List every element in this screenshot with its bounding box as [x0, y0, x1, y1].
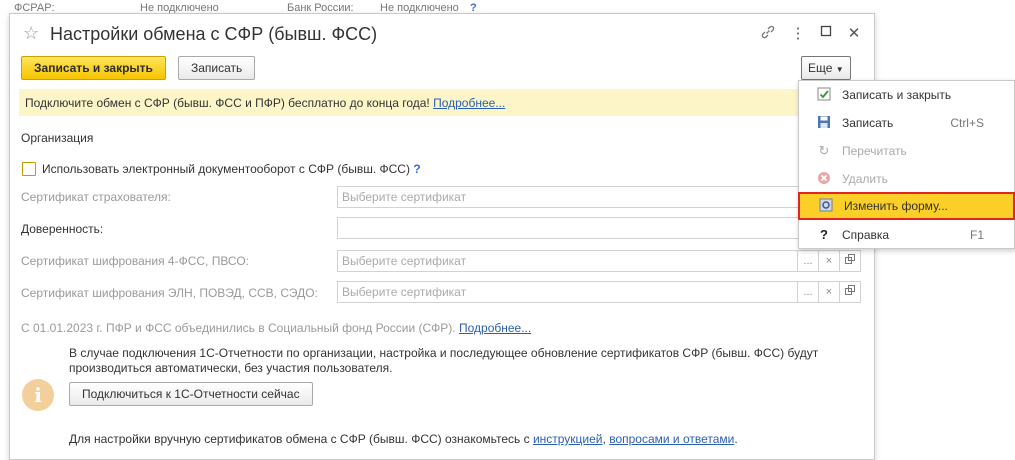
- power-of-attorney-label: Доверенность:: [21, 222, 104, 236]
- menu-item-save-close[interactable]: Записать и закрыть: [799, 82, 1014, 108]
- cert-insurer-field[interactable]: Выберите сертификат: [337, 186, 799, 208]
- use-edo-label: Использовать электронный документооборот…: [42, 162, 410, 176]
- instruction-link[interactable]: инструкцией: [533, 432, 603, 446]
- window-title: Настройки обмена с СФР (бывш. ФСС): [50, 24, 378, 44]
- menu-item-label: Удалить: [842, 172, 888, 186]
- menu-item-save[interactable]: Записать Ctrl+S: [799, 110, 1014, 136]
- manual-end: .: [734, 432, 738, 446]
- close-icon[interactable]: ✕: [844, 24, 864, 42]
- power-of-attorney-field[interactable]: [337, 217, 799, 239]
- maximize-icon[interactable]: [816, 24, 836, 41]
- cert-eln-open-icon[interactable]: [839, 281, 861, 303]
- background-window-strip: ФСРАР: Не подключено Банк России: Не под…: [0, 0, 1015, 14]
- more-button-label: Еще: [808, 61, 833, 75]
- star-icon[interactable]: ☆: [23, 23, 39, 44]
- form-settings-icon: [818, 198, 834, 214]
- more-icon[interactable]: ⋮: [788, 24, 808, 42]
- organization-label: Организация: [21, 131, 94, 145]
- cert-eln-clear-button[interactable]: ×: [818, 281, 840, 303]
- cert-eln-label: Сертификат шифрования ЭЛН, ПОВЭД, ССВ, С…: [21, 286, 318, 300]
- merge-more-link[interactable]: Подробнее...: [459, 321, 531, 335]
- cert-4fss-field[interactable]: Выберите сертификат: [337, 250, 799, 272]
- promo-banner: Подключите обмен с СФР (бывш. ФСС и ПФР)…: [19, 89, 809, 116]
- info-icon: i: [22, 379, 54, 411]
- cert-insurer-label: Сертификат страхователя:: [21, 190, 171, 204]
- menu-item-label: Записать и закрыть: [842, 88, 952, 102]
- menu-item-delete[interactable]: Удалить: [799, 166, 1014, 192]
- banner-more-link[interactable]: Подробнее...: [433, 96, 505, 110]
- chevron-down-icon: ▼: [835, 65, 844, 74]
- refresh-icon: ↻: [818, 143, 830, 158]
- title-bar: ☆ Настройки обмена с СФР (бывш. ФСС) ⋮ ✕: [10, 14, 874, 54]
- cert-4fss-clear-button[interactable]: ×: [818, 250, 840, 272]
- help-icon[interactable]: ?: [413, 162, 420, 176]
- cert-4fss-select-button[interactable]: ...: [797, 250, 819, 272]
- save-close-icon: [816, 87, 832, 103]
- banner-text: Подключите обмен с СФР (бывш. ФСС и ПФР)…: [25, 96, 430, 110]
- menu-item-help[interactable]: ? Справка F1: [799, 222, 1014, 248]
- use-edo-checkbox[interactable]: [22, 162, 36, 176]
- menu-item-label: Изменить форму...: [844, 199, 948, 213]
- manual-separator: ,: [602, 432, 606, 446]
- manual-setup-text: Для настройки вручную сертификатов обмен…: [69, 432, 530, 446]
- menu-item-label: Перечитать: [842, 144, 907, 158]
- cert-eln-select-button[interactable]: ...: [797, 281, 819, 303]
- menu-item-label: Справка: [842, 228, 890, 242]
- info-text-line1: В случае подключения 1С-Отчетности по ор…: [69, 346, 819, 360]
- info-text-line2: производиться автоматически, без участия…: [69, 361, 393, 375]
- connect-reporting-button[interactable]: Подключиться к 1С-Отчетности сейчас: [69, 382, 313, 406]
- more-button[interactable]: Еще ▼: [801, 56, 851, 80]
- menu-item-label: Записать: [842, 116, 894, 130]
- settings-window: ☆ Настройки обмена с СФР (бывш. ФСС) ⋮ ✕…: [9, 13, 875, 460]
- floppy-icon: [816, 115, 832, 131]
- faq-link[interactable]: вопросами и ответами: [609, 432, 734, 446]
- more-menu: Записать и закрыть Записать Ctrl+S ↻ Пер…: [798, 80, 1015, 249]
- merge-notice-text: С 01.01.2023 г. ПФР и ФСС объединились в…: [21, 321, 456, 335]
- cert-eln-field[interactable]: Выберите сертификат: [337, 281, 799, 303]
- menu-item-edit-form[interactable]: Изменить форму...: [798, 192, 1015, 220]
- cert-4fss-open-icon[interactable]: [839, 250, 861, 272]
- delete-icon: [816, 171, 832, 187]
- menu-item-shortcut: F1: [969, 228, 984, 242]
- help-icon: ?: [820, 227, 828, 242]
- cert-4fss-label: Сертификат шифрования 4-ФСС, ПВСО:: [21, 254, 249, 268]
- save-button[interactable]: Записать: [178, 56, 256, 80]
- menu-item-shortcut: Ctrl+S: [950, 116, 984, 130]
- menu-item-reread[interactable]: ↻ Перечитать: [799, 138, 1014, 164]
- link-icon[interactable]: [758, 24, 778, 44]
- save-close-button[interactable]: Записать и закрыть: [21, 56, 166, 80]
